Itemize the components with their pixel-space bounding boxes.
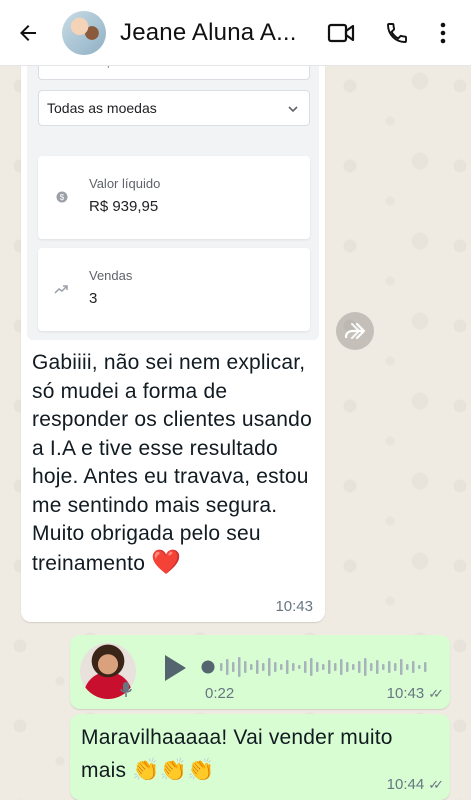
more-options-icon — [440, 22, 446, 43]
message-timestamp: 10:43 — [275, 598, 313, 615]
shared-screenshot[interactable]: Todos os produtos Todas as moedas $ Valo… — [27, 58, 319, 340]
message-time: 10:44 — [386, 776, 425, 793]
trending-up-icon — [54, 285, 68, 294]
incoming-message-text: Gabiiii, não sei nem explicar, só mudei … — [32, 349, 322, 578]
clapping-emoji: 👏👏👏 — [132, 757, 215, 782]
contact-avatar[interactable] — [62, 10, 106, 55]
svg-text:$: $ — [60, 193, 65, 202]
voice-call-button[interactable] — [369, 5, 425, 61]
currency-coin-icon: $ — [56, 191, 68, 203]
currency-filter-select: Todas as moedas — [38, 90, 310, 126]
voice-timestamp: 10:43 ✓✓ — [386, 685, 444, 702]
forward-button[interactable] — [336, 312, 374, 350]
back-arrow-icon — [20, 24, 36, 41]
net-value-amount: R$ 939,95 — [89, 198, 159, 215]
play-icon[interactable] — [162, 653, 188, 683]
phone-icon — [387, 22, 407, 43]
forward-icon — [344, 323, 366, 339]
contact-name[interactable]: Jeane Aluna A... — [120, 19, 310, 47]
audio-waveform[interactable] — [200, 649, 435, 685]
net-value-card: $ Valor líquido R$ 939,95 — [38, 156, 310, 239]
message-body: Maravilhaaaaa! Vai vender muito mais — [81, 726, 393, 782]
back-button[interactable] — [0, 0, 56, 66]
incoming-message[interactable]: Todos os produtos Todas as moedas $ Valo… — [21, 58, 325, 622]
message-timestamp: 10:44 ✓✓ — [386, 776, 444, 793]
video-call-button[interactable] — [313, 5, 369, 61]
sales-count: 3 — [89, 290, 98, 307]
chat-header: Jeane Aluna A... — [0, 0, 471, 66]
sales-card: Vendas 3 — [38, 248, 310, 331]
voice-duration: 0:22 — [205, 685, 235, 702]
video-call-icon — [327, 23, 355, 42]
sales-label: Vendas — [89, 268, 133, 283]
message-body: Gabiiii, não sei nem explicar, só mudei … — [32, 351, 312, 575]
more-options-button[interactable] — [425, 5, 461, 61]
outgoing-message[interactable]: Maravilhaaaaa! Vai vender muito mais 👏👏👏… — [70, 714, 450, 800]
double-check-icon: ✓✓ — [428, 776, 444, 792]
voice-time: 10:43 — [386, 685, 425, 702]
outgoing-voice-message[interactable]: 0:22 10:43 ✓✓ — [70, 635, 450, 709]
currency-filter-value: Todas as moedas — [47, 100, 157, 116]
double-check-icon: ✓✓ — [428, 685, 444, 701]
outgoing-message-text: Maravilhaaaaa! Vai vender muito mais 👏👏👏 — [81, 722, 431, 787]
chevron-down-icon — [288, 106, 298, 113]
net-value-label: Valor líquido — [89, 176, 161, 191]
microphone-icon — [120, 682, 132, 697]
heart-emoji: ❤️ — [151, 548, 182, 576]
